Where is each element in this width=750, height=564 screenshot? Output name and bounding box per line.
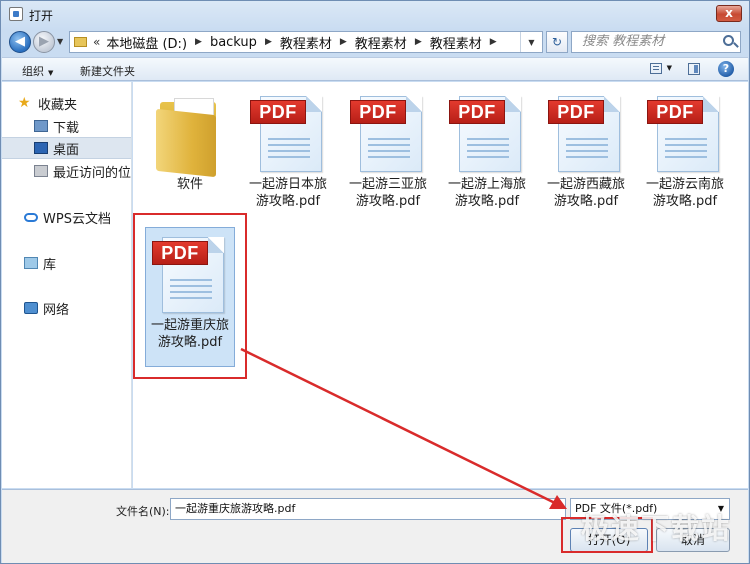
search-icon[interactable] [723, 35, 734, 46]
file-name: 一起游云南旅游攻略.pdf [645, 177, 724, 209]
file-item-pdf[interactable]: PDF 一起游三亚旅游攻略.pdf [343, 86, 433, 210]
desktop-icon [34, 142, 48, 154]
chevron-down-icon: ▼ [48, 69, 54, 77]
pdf-file-icon: PDF [647, 92, 723, 174]
chevron-right-icon[interactable]: ▶ [340, 37, 347, 47]
download-folder-icon [34, 120, 48, 132]
open-file-dialog: 打开 x ◀ ▶ ▼ « 本地磁盘 (D:) ▶ backup ▶ 教程素材 ▶… [0, 0, 750, 564]
file-name: 一起游日本旅游攻略.pdf [248, 177, 327, 209]
file-item-pdf[interactable]: PDF 一起游西藏旅游攻略.pdf [541, 86, 631, 210]
refresh-button[interactable]: ↻ [546, 31, 568, 53]
sidebar-item-recent-places[interactable]: 最近访问的位置 [2, 160, 132, 182]
chevron-right-icon[interactable]: ▶ [195, 37, 202, 47]
navigation-pane: ★ 收藏夹 下载 桌面 最近访问的位置 WPS云文档 库 网络 [2, 82, 132, 488]
library-icon [24, 257, 38, 269]
new-folder-button[interactable]: 新建文件夹 [80, 63, 135, 79]
file-item-pdf[interactable]: PDF 一起游日本旅游攻略.pdf [243, 86, 333, 210]
sidebar-item-libraries[interactable]: 库 [2, 252, 131, 274]
chevron-down-icon[interactable]: ▼ [667, 64, 672, 72]
sidebar-item-label: WPS云文档 [43, 211, 111, 227]
sidebar-item-label: 下载 [53, 120, 80, 136]
forward-button[interactable]: ▶ [33, 31, 55, 53]
breadcrumb-folder-1[interactable]: 教程素材 [280, 33, 332, 52]
sidebar-item-desktop[interactable]: 桌面 [2, 137, 131, 159]
pdf-file-icon: PDF [250, 92, 326, 174]
file-item-pdf[interactable]: PDF 一起游上海旅游攻略.pdf [442, 86, 532, 210]
file-name: 一起游西藏旅游攻略.pdf [546, 177, 625, 209]
file-name: 软件 [176, 177, 203, 192]
search-input[interactable]: 搜索 教程素材 [571, 31, 741, 53]
chevron-right-icon[interactable]: ▶ [490, 37, 497, 47]
preview-pane-icon[interactable] [688, 63, 700, 75]
arrow-left-icon: ◀ [15, 34, 25, 49]
help-icon[interactable]: ? [718, 61, 734, 77]
title-bar: 打开 x [1, 1, 749, 29]
pdf-file-icon: PDF [449, 92, 525, 174]
recent-pages-dropdown[interactable]: ▼ [57, 37, 63, 46]
breadcrumb-folder-2[interactable]: 教程素材 [355, 33, 407, 52]
app-icon [9, 7, 23, 21]
address-overflow[interactable]: « [93, 35, 100, 49]
folder-icon [74, 37, 87, 47]
sidebar-item-label: 收藏夹 [38, 97, 78, 113]
folder-icon [152, 92, 228, 178]
recent-places-icon [34, 165, 48, 177]
close-button[interactable]: x [716, 5, 742, 22]
sidebar-item-label: 最近访问的位置 [53, 165, 132, 181]
chevron-right-icon[interactable]: ▶ [415, 37, 422, 47]
pdf-file-icon: PDF [350, 92, 426, 174]
breadcrumb-backup[interactable]: backup [210, 35, 257, 50]
view-options-icon[interactable] [650, 63, 662, 74]
network-icon [24, 302, 38, 314]
folder-item[interactable]: 软件 [145, 86, 235, 193]
sidebar-item-wps-cloud[interactable]: WPS云文档 [2, 206, 131, 228]
sidebar-item-downloads[interactable]: 下载 [2, 115, 131, 137]
back-button[interactable]: ◀ [9, 31, 31, 53]
chevron-down-icon: ▼ [57, 37, 64, 46]
star-icon: ★ [18, 95, 31, 111]
sidebar-item-favorites[interactable]: ★ 收藏夹 [18, 92, 131, 114]
breadcrumb-drive[interactable]: 本地磁盘 (D:) [106, 33, 187, 52]
sidebar-item-label: 桌面 [53, 142, 80, 158]
breadcrumb-folder-3[interactable]: 教程素材 [430, 33, 482, 52]
arrow-right-icon: ▶ [39, 34, 49, 49]
annotation-box-selected-file [133, 213, 247, 379]
sidebar-item-label: 网络 [43, 302, 70, 318]
file-item-pdf[interactable]: PDF 一起游云南旅游攻略.pdf [640, 86, 730, 210]
cloud-icon [24, 212, 38, 222]
command-toolbar: 组织 ▼ 新建文件夹 ▼ ? [2, 57, 748, 81]
chevron-right-icon[interactable]: ▶ [265, 37, 272, 47]
sidebar-item-network[interactable]: 网络 [2, 297, 131, 319]
organize-menu[interactable]: 组织 ▼ [22, 63, 53, 79]
file-name: 一起游三亚旅游攻略.pdf [348, 177, 427, 209]
sidebar-item-label: 库 [43, 257, 57, 273]
watermark: 极速下载站 [580, 512, 731, 545]
address-bar[interactable]: « 本地磁盘 (D:) ▶ backup ▶ 教程素材 ▶ 教程素材 ▶ 教程素… [69, 31, 543, 53]
address-history-dropdown[interactable]: ▼ [520, 32, 542, 52]
file-name: 一起游上海旅游攻略.pdf [447, 177, 526, 209]
window-title: 打开 [29, 9, 54, 23]
filename-label: 文件名(N): [116, 505, 170, 518]
chevron-down-icon: ▼ [528, 37, 535, 47]
pdf-file-icon: PDF [548, 92, 624, 174]
filename-input[interactable]: 一起游重庆旅游攻略.pdf [170, 498, 566, 520]
